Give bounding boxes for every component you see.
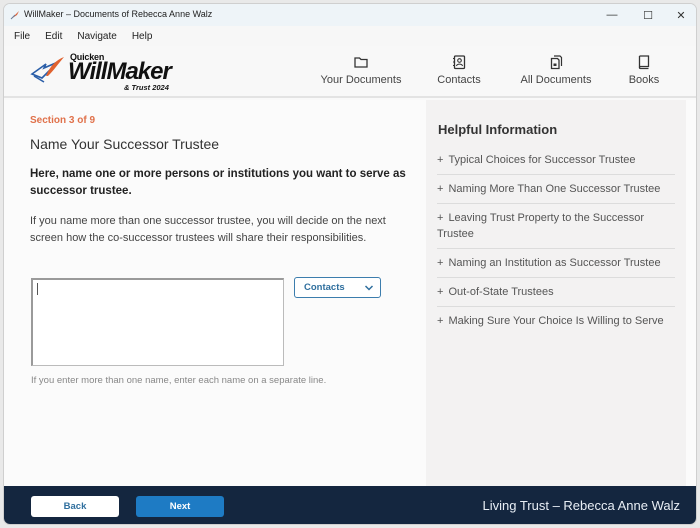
menu-file[interactable]: File xyxy=(14,31,30,42)
book-icon xyxy=(638,55,650,70)
footer-bar: Back Next Living Trust – Rebecca Anne Wa… xyxy=(4,486,696,524)
address-book-icon xyxy=(453,55,466,70)
helpful-information-title: Helpful Information xyxy=(438,122,558,137)
close-icon: ✕ xyxy=(676,9,686,22)
logo-product: WillMaker xyxy=(68,58,172,85)
successor-trustee-names-input[interactable] xyxy=(31,278,284,366)
section-indicator: Section 3 of 9 xyxy=(30,115,96,126)
willmaker-logo: Quicken WillMaker & Trust 2024 xyxy=(30,50,185,94)
menu-help[interactable]: Help xyxy=(132,31,153,42)
nav-label: Books xyxy=(628,74,660,86)
help-topic-label: Out-of-State Trustees xyxy=(448,286,554,298)
maximize-button[interactable]: ☐ xyxy=(631,4,665,26)
help-topic-list: + Typical Choices for Successor Trustee +… xyxy=(437,146,675,335)
folder-icon xyxy=(354,57,368,68)
help-topic-item[interactable]: + Naming More Than One Successor Trustee xyxy=(437,175,675,204)
main-content: Section 3 of 9 Name Your Successor Trust… xyxy=(4,100,426,486)
minimize-icon: — xyxy=(606,9,618,21)
document-name: Living Trust – Rebecca Anne Walz xyxy=(482,498,680,513)
expand-plus-icon: + xyxy=(437,315,444,327)
help-topic-label: Making Sure Your Choice Is Willing to Se… xyxy=(448,315,664,327)
nav-label: Your Documents xyxy=(320,74,402,86)
app-header: Quicken WillMaker & Trust 2024 Your Docu… xyxy=(4,46,696,98)
panel-margin xyxy=(686,100,696,486)
nav-your-documents[interactable]: Your Documents xyxy=(318,54,404,86)
body-text: If you name more than one successor trus… xyxy=(30,215,386,244)
logo-edition: & Trust 2024 xyxy=(124,83,169,92)
help-topic-label: Naming an Institution as Successor Trust… xyxy=(448,257,661,269)
expand-plus-icon: + xyxy=(437,257,444,269)
expand-plus-icon: + xyxy=(437,154,444,166)
expand-plus-icon: + xyxy=(437,212,444,224)
close-button[interactable]: ✕ xyxy=(664,4,696,26)
contacts-dropdown[interactable]: Contacts xyxy=(294,277,381,298)
helpful-information-panel: Helpful Information + Typical Choices for… xyxy=(426,100,686,486)
back-button[interactable]: Back xyxy=(31,496,119,517)
maximize-icon: ☐ xyxy=(643,9,653,22)
help-topic-item[interactable]: + Typical Choices for Successor Trustee xyxy=(437,146,675,175)
help-topic-label: Leaving Trust Property to the Successor … xyxy=(437,212,645,240)
help-topic-label: Typical Choices for Successor Trustee xyxy=(448,154,636,166)
expand-plus-icon: + xyxy=(437,183,444,195)
contacts-dropdown-label: Contacts xyxy=(304,282,345,293)
help-topic-item[interactable]: + Making Sure Your Choice Is Willing to S… xyxy=(437,307,675,335)
menu-bar: File Edit Navigate Help xyxy=(4,26,696,46)
nav-label: Contacts xyxy=(437,74,481,86)
quill-icon xyxy=(10,11,19,20)
input-hint: If you enter more than one name, enter e… xyxy=(31,375,327,386)
nav-all-documents[interactable]: All Documents xyxy=(516,54,596,86)
menu-edit[interactable]: Edit xyxy=(45,31,62,42)
app-window: WillMaker – Documents of Rebecca Anne Wa… xyxy=(3,3,697,525)
nav-label: All Documents xyxy=(520,74,592,86)
documents-icon xyxy=(550,55,563,70)
next-button[interactable]: Next xyxy=(136,496,224,517)
window-title: WillMaker – Documents of Rebecca Anne Wa… xyxy=(24,9,213,19)
title-bar: WillMaker – Documents of Rebecca Anne Wa… xyxy=(4,4,696,26)
menu-navigate[interactable]: Navigate xyxy=(77,31,116,42)
logo-quill-icon xyxy=(30,57,64,83)
chevron-down-icon xyxy=(364,284,374,291)
page-title: Name Your Successor Trustee xyxy=(30,136,220,152)
text-caret xyxy=(37,283,38,295)
minimize-button[interactable]: — xyxy=(595,4,629,26)
expand-plus-icon: + xyxy=(437,286,444,298)
nav-books[interactable]: Books xyxy=(624,54,664,86)
help-topic-item[interactable]: + Naming an Institution as Successor Trus… xyxy=(437,249,675,278)
help-topic-item[interactable]: + Out-of-State Trustees xyxy=(437,278,675,307)
nav-contacts[interactable]: Contacts xyxy=(434,54,484,86)
help-topic-item[interactable]: + Leaving Trust Property to the Successor… xyxy=(437,204,675,249)
help-topic-label: Naming More Than One Successor Trustee xyxy=(448,183,661,195)
instruction-text: Here, name one or more persons or instit… xyxy=(30,168,406,197)
